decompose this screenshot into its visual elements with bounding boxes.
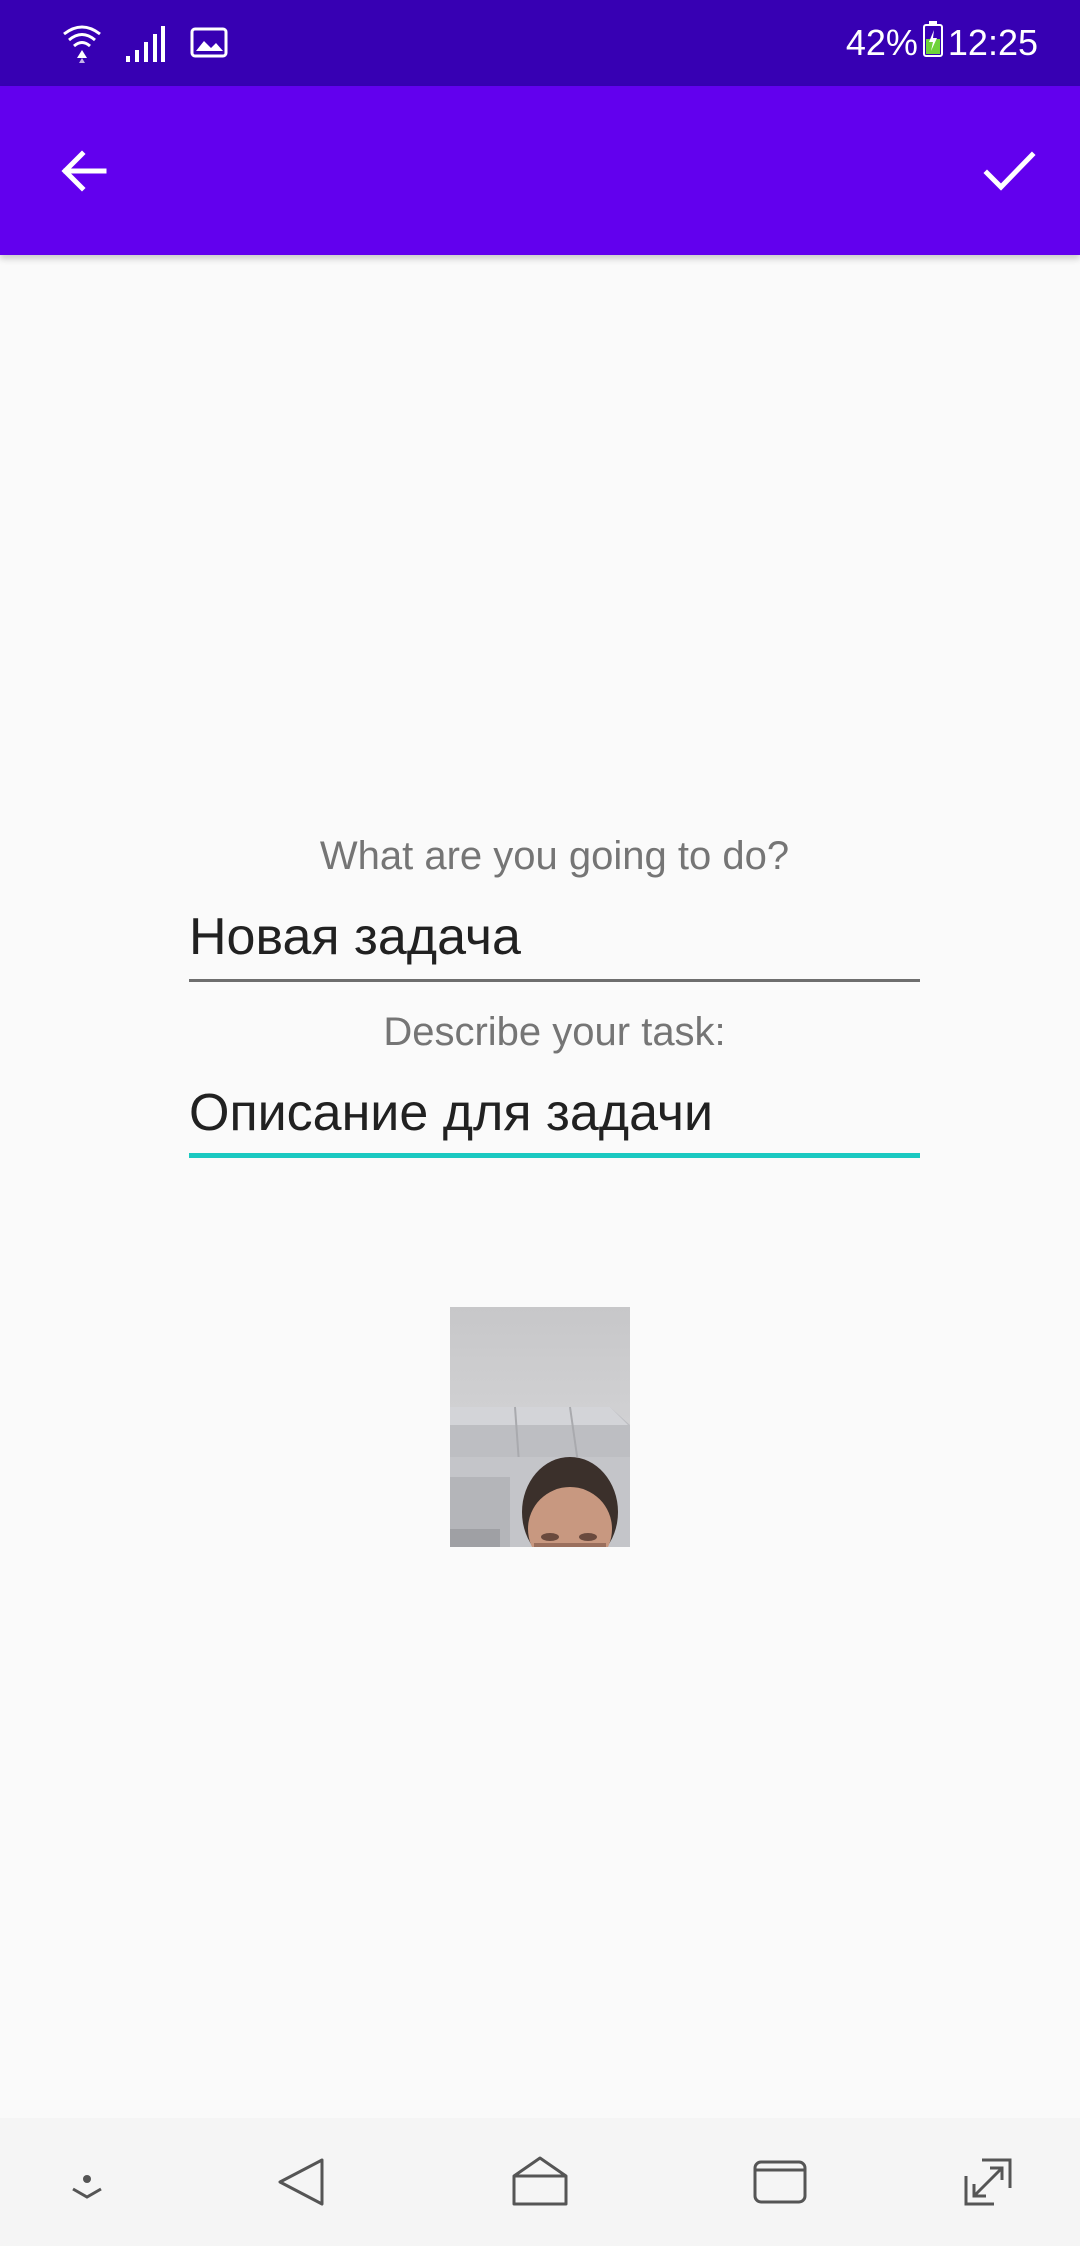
nav-back-button[interactable] — [260, 2140, 344, 2224]
status-bar: 42% 12:25 — [0, 0, 1080, 86]
check-icon — [983, 151, 1036, 191]
signal-icon — [124, 20, 166, 69]
home-icon — [512, 2156, 568, 2206]
app-bar — [0, 86, 1080, 255]
back-triangle-icon — [278, 2158, 324, 2206]
battery-charging-icon — [922, 20, 944, 67]
task-title-input[interactable] — [189, 892, 920, 982]
task-description-input[interactable] — [189, 1068, 920, 1158]
battery-percent: 42% — [845, 22, 918, 63]
task-title-field[interactable] — [189, 892, 920, 982]
confirm-button[interactable] — [966, 128, 1052, 214]
task-description-field[interactable] — [189, 1068, 920, 1158]
clock: 12:25 — [947, 22, 1038, 63]
task-description-label: Describe your task: — [383, 1010, 726, 1054]
task-description-underline — [189, 1153, 920, 1158]
image-notification-icon — [190, 26, 228, 65]
task-title-label: What are you going to do? — [319, 834, 790, 878]
task-form: What are you going to do? Describe your … — [189, 820, 920, 1158]
fullscreen-icon — [964, 2158, 1012, 2206]
photo-thumbnail[interactable] — [450, 1307, 630, 1547]
task-title-underline — [189, 979, 920, 982]
arrow-back-icon — [61, 150, 107, 192]
recents-icon — [753, 2160, 807, 2204]
system-nav-bar — [0, 2118, 1080, 2246]
back-button[interactable] — [41, 128, 127, 214]
hide-nav-icon — [72, 2175, 102, 2199]
nav-home-button[interactable] — [498, 2140, 582, 2224]
nav-recents-button[interactable] — [738, 2140, 822, 2224]
nav-fullscreen-button[interactable] — [946, 2140, 1030, 2224]
hide-nav-button[interactable] — [45, 2140, 129, 2224]
wifi-icon — [60, 20, 104, 69]
